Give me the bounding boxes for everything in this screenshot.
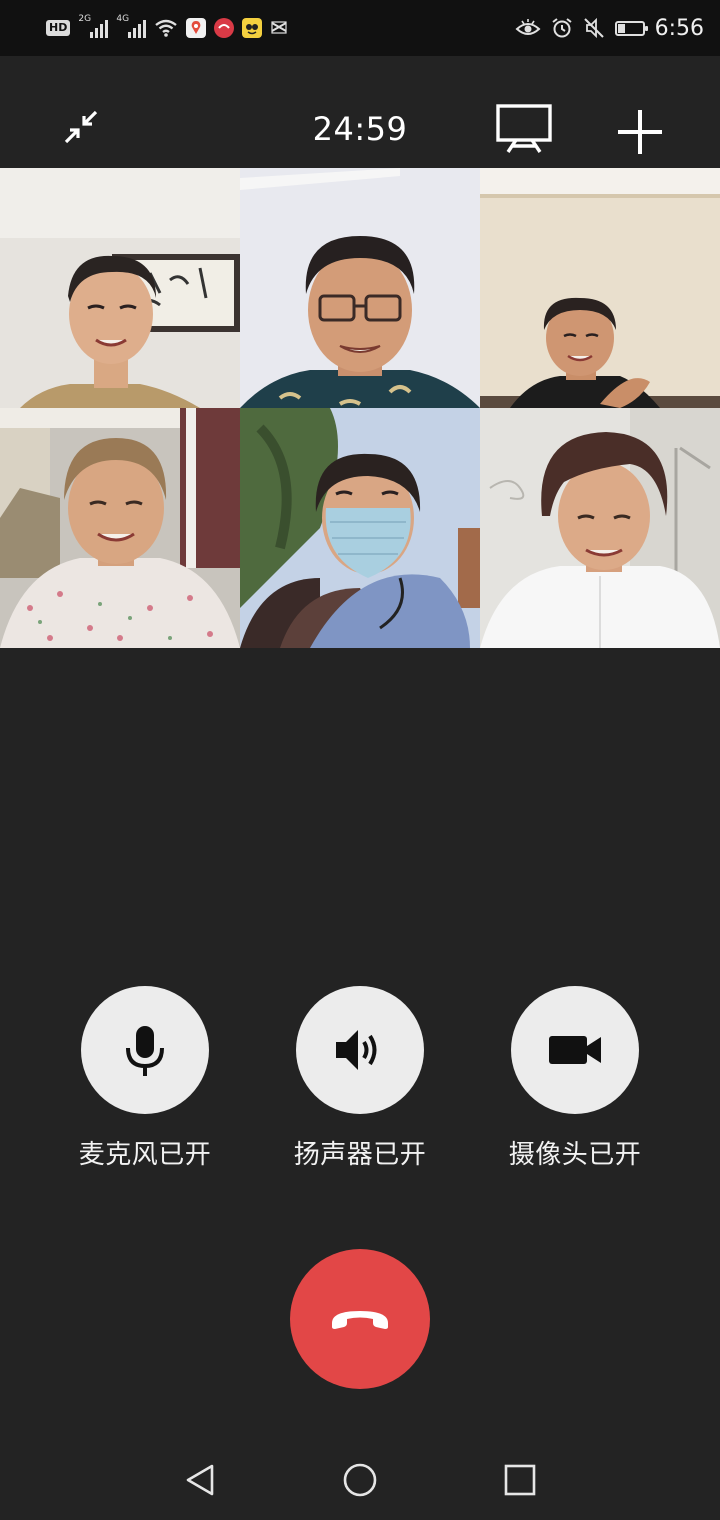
call-header: 24:59 — [0, 56, 720, 168]
back-button[interactable] — [180, 1460, 220, 1500]
screen-share-button[interactable] — [494, 102, 554, 154]
participant-video-4[interactable] — [0, 408, 240, 648]
participant-video-grid — [0, 168, 720, 648]
participant-video-1[interactable] — [0, 168, 240, 408]
mute-icon — [583, 17, 604, 39]
participant-video-5-image — [240, 408, 480, 648]
home-button[interactable] — [340, 1460, 380, 1500]
speaker-control: 扬声器已开 — [260, 986, 460, 1171]
speaker-label: 扬声器已开 — [293, 1140, 427, 1170]
back-icon — [186, 1464, 214, 1496]
participant-video-6-image — [480, 408, 720, 648]
video-call-screen: HD 2G 4G 6:56 24:59 麦克风已开 扬声器已开 摄像头已开 — [0, 0, 720, 1520]
participant-video-5[interactable] — [240, 408, 480, 648]
microphone-control: 麦克风已开 — [45, 986, 245, 1171]
hd-icon: HD — [46, 20, 71, 36]
signal-2g-icon: 2G — [78, 14, 109, 38]
alarm-icon — [551, 18, 572, 38]
participant-video-1-image — [0, 168, 240, 408]
camera-label: 摄像头已开 — [508, 1140, 642, 1170]
hang-up-button[interactable] — [290, 1249, 430, 1389]
speaker-button[interactable] — [296, 986, 424, 1114]
app-red-icon — [214, 18, 235, 38]
participant-video-6[interactable] — [480, 408, 720, 648]
camera-icon — [549, 1036, 601, 1064]
wifi-icon — [155, 19, 178, 37]
microphone-label: 麦克风已开 — [78, 1140, 212, 1170]
microphone-button[interactable] — [81, 986, 209, 1114]
app-capcut-icon — [271, 21, 287, 34]
camera-button[interactable] — [511, 986, 639, 1114]
screen-share-icon — [496, 104, 552, 153]
participant-video-3[interactable] — [480, 168, 720, 408]
recents-button[interactable] — [500, 1460, 540, 1500]
signal-4g-icon: 4G — [116, 14, 147, 38]
phone-hangup-icon — [332, 1311, 388, 1329]
microphone-icon — [126, 1026, 164, 1076]
call-controls: 麦克风已开 扬声器已开 摄像头已开 — [0, 986, 720, 1176]
status-bar-left: HD 2G 4G — [46, 14, 288, 42]
add-participant-button[interactable] — [612, 104, 668, 160]
participant-video-3-image — [480, 168, 720, 408]
navigation-bar — [0, 1440, 720, 1520]
home-icon — [343, 1463, 377, 1497]
status-bar-right: 6:56 — [515, 14, 704, 42]
network-type-label: 2G — [78, 14, 92, 24]
add-icon — [618, 110, 662, 154]
status-bar: HD 2G 4G 6:56 — [0, 0, 720, 56]
camera-control: 摄像头已开 — [475, 986, 675, 1171]
map-app-icon — [186, 18, 207, 38]
app-yellow-icon — [242, 18, 263, 38]
network-type-label: 4G — [116, 14, 130, 24]
battery-icon — [614, 20, 648, 36]
eye-icon — [515, 19, 541, 35]
recents-icon — [504, 1464, 536, 1496]
status-time: 6:56 — [654, 15, 704, 41]
participant-video-2[interactable] — [240, 168, 480, 408]
participant-video-4-image — [0, 408, 240, 648]
participant-video-2-image — [240, 168, 480, 408]
speaker-icon — [336, 1030, 377, 1070]
